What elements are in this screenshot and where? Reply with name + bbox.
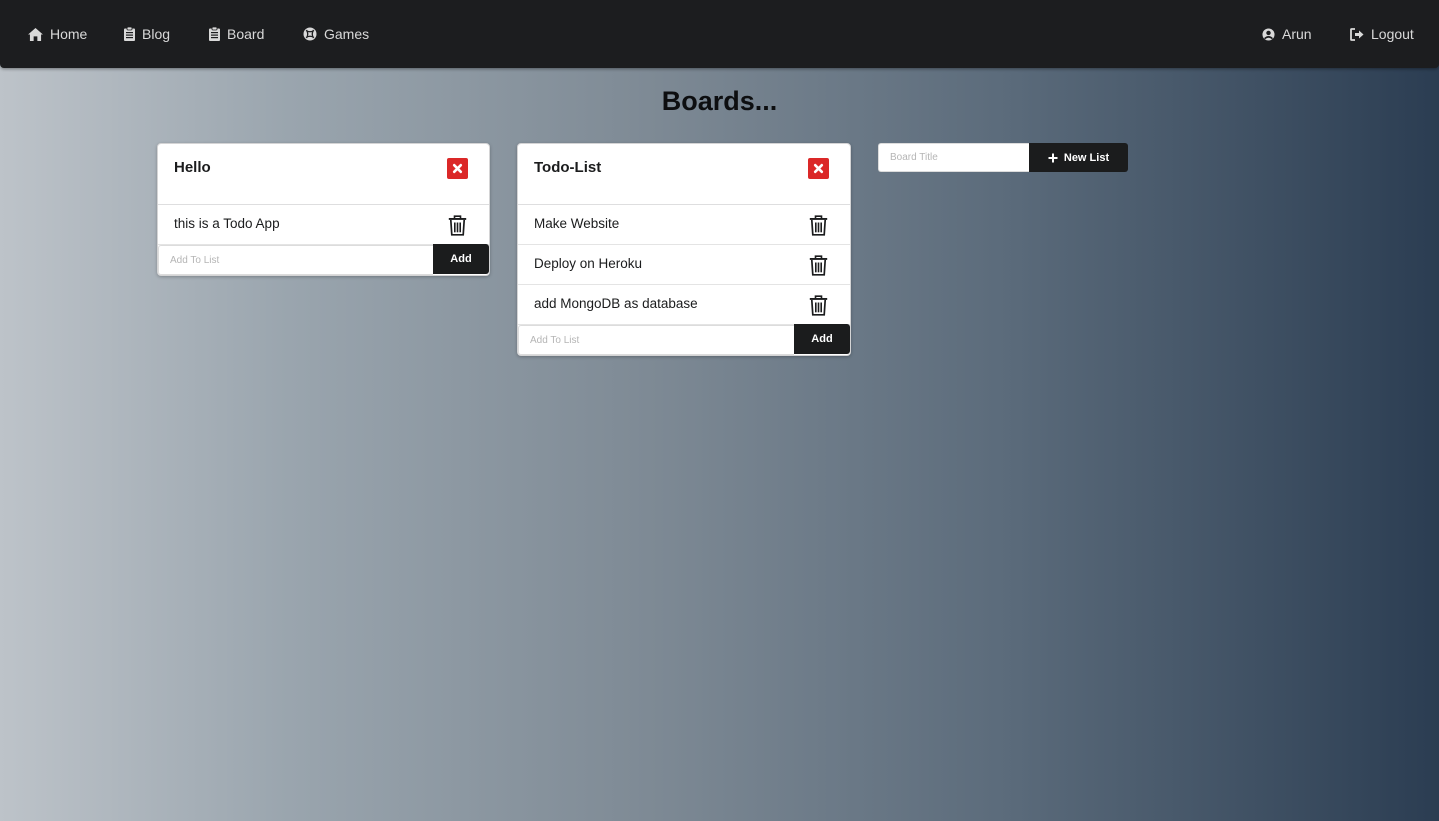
add-item-input[interactable] — [158, 245, 433, 275]
plus-icon — [1048, 153, 1058, 162]
nav-games[interactable]: Games — [303, 0, 369, 68]
page-title: Boards... — [661, 86, 778, 116]
delete-item-button[interactable] — [809, 295, 828, 321]
board-title: Todo-List — [534, 159, 602, 176]
list-item: this is a Todo App — [158, 205, 489, 245]
trash-icon — [809, 255, 828, 276]
list-item-text: this is a Todo App — [174, 216, 280, 231]
list-item-text: Deploy on Heroku — [534, 256, 643, 271]
add-item-button[interactable]: Add — [433, 244, 489, 274]
top-navbar: Home Blog Board Games Arun Logout — [0, 0, 1439, 68]
nav-logout-label: Logout — [1371, 26, 1414, 42]
user-circle-icon — [1262, 27, 1275, 41]
delete-board-button[interactable] — [808, 158, 829, 179]
clipboard-icon — [124, 27, 135, 41]
list-item-text: Make Website — [534, 216, 620, 231]
new-list-button[interactable]: New List — [1029, 143, 1128, 172]
home-icon — [28, 27, 43, 41]
close-icon — [452, 163, 463, 174]
nav-board[interactable]: Board — [209, 0, 264, 68]
delete-board-button[interactable] — [447, 158, 468, 179]
close-icon — [813, 163, 824, 174]
xbox-icon — [303, 27, 317, 41]
list-item: Make Website — [518, 205, 850, 245]
list-item-text: add MongoDB as database — [534, 296, 698, 311]
clipboard-icon — [209, 27, 220, 41]
list-item: add MongoDB as database — [518, 285, 850, 325]
nav-user[interactable]: Arun — [1262, 0, 1312, 68]
nav-home[interactable]: Home — [28, 0, 87, 68]
nav-blog[interactable]: Blog — [124, 0, 170, 68]
nav-board-label: Board — [227, 26, 265, 42]
new-list-form: New List — [878, 143, 1128, 172]
add-item-input[interactable] — [518, 325, 794, 355]
board-card: Hello this is a Todo App Add — [157, 143, 490, 276]
nav-games-label: Games — [324, 26, 370, 42]
delete-item-button[interactable] — [809, 255, 828, 281]
trash-icon — [809, 215, 828, 236]
delete-item-button[interactable] — [809, 215, 828, 241]
add-item-button[interactable]: Add — [794, 324, 850, 354]
nav-home-label: Home — [50, 26, 88, 42]
nav-logout[interactable]: Logout — [1350, 0, 1414, 68]
board-card: Todo-List Make Website Deploy on Heroku … — [517, 143, 851, 356]
board-title: Hello — [174, 159, 211, 176]
list-item: Deploy on Heroku — [518, 245, 850, 285]
board-header: Hello — [158, 144, 489, 205]
board-title-input[interactable] — [878, 143, 1029, 172]
board-header: Todo-List — [518, 144, 850, 205]
nav-user-label: Arun — [1282, 26, 1312, 42]
sign-out-icon — [1350, 27, 1364, 41]
delete-item-button[interactable] — [448, 215, 467, 241]
add-item-row: Add — [518, 324, 850, 355]
trash-icon — [448, 215, 467, 236]
nav-blog-label: Blog — [142, 26, 171, 42]
trash-icon — [809, 295, 828, 316]
add-item-row: Add — [158, 244, 489, 275]
new-list-button-label: New List — [1063, 151, 1110, 164]
